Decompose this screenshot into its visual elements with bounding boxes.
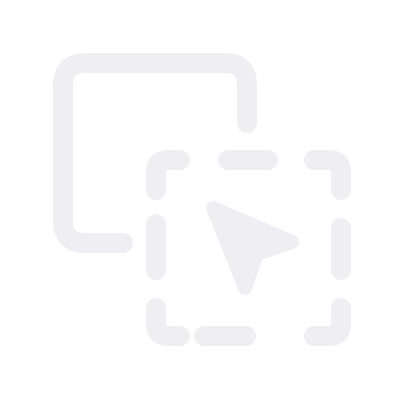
selection-corner-bottom-left xyxy=(146,298,190,346)
icon-canvas xyxy=(0,0,403,404)
selection-corner-bottom-right xyxy=(304,298,351,346)
cursor-arrow xyxy=(206,201,299,295)
select-area-cursor-icon xyxy=(0,0,403,404)
icon-svg xyxy=(53,53,351,346)
selection-corner-top-right xyxy=(304,150,351,200)
selection-corner-top-left xyxy=(146,150,190,200)
